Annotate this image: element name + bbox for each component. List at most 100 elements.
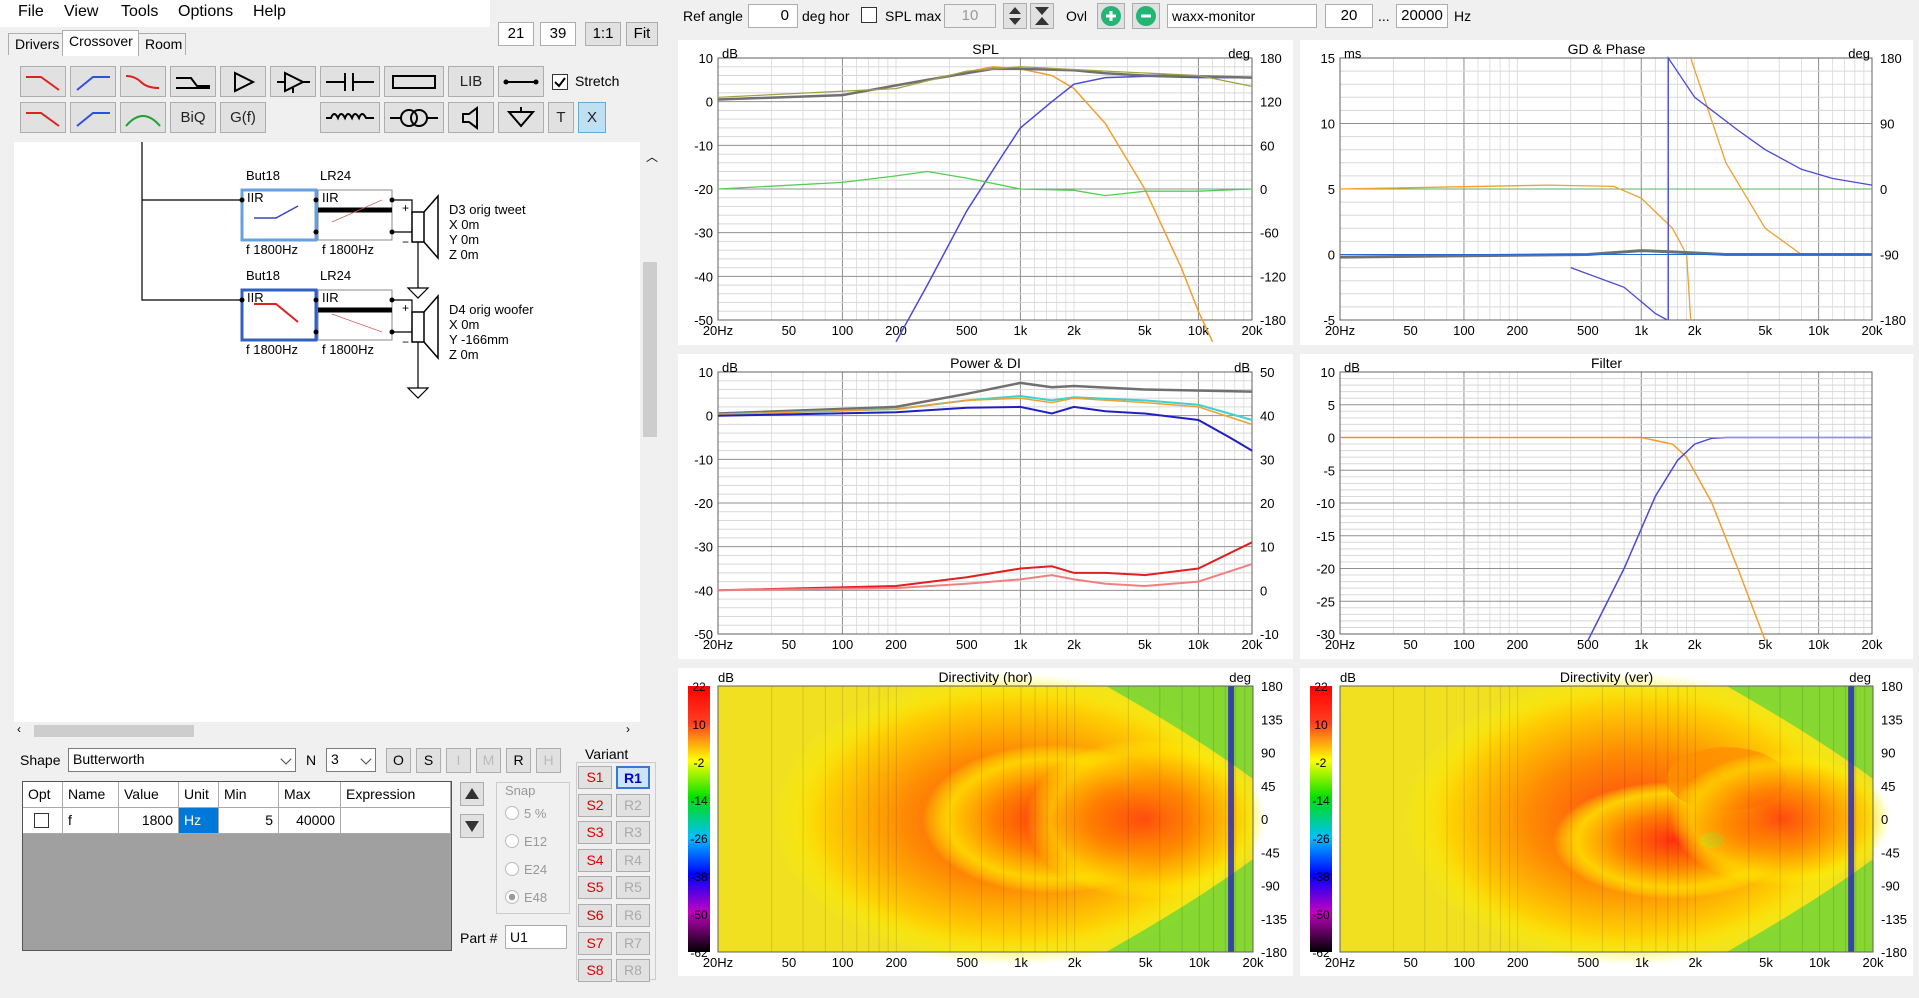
snap-5pct-radio[interactable]: 5 % [505, 806, 546, 821]
snap-e24-radio[interactable]: E24 [505, 862, 547, 877]
inductor-button[interactable] [320, 102, 380, 133]
name-cell[interactable]: f [63, 808, 119, 834]
scroll-left-icon[interactable]: ‹ [17, 722, 21, 736]
menu-file[interactable]: File [18, 3, 44, 21]
variant-r5-button[interactable]: R5 [616, 876, 650, 900]
gd-phase-graph-panel[interactable]: 20Hz 50 100 200 500 1k 2k 5k 10k 20k 15 10 5 0 -5 180 90… [1300, 40, 1913, 345]
spl-max-checkbox[interactable] [861, 7, 877, 23]
part-input[interactable]: U1 [505, 925, 567, 949]
variant-s6-button[interactable]: S6 [578, 904, 612, 927]
variant-r1-button[interactable]: R1 [616, 766, 650, 789]
hscroll-thumb[interactable] [34, 725, 194, 737]
variant-r7-button[interactable]: R7 [616, 931, 650, 955]
scroll-up-icon[interactable]: ︿ [646, 148, 658, 165]
variant-s3-button[interactable]: S3 [578, 821, 612, 845]
unit-cell[interactable]: Hz [179, 808, 219, 834]
freq-to-input[interactable]: 20000 [1396, 4, 1448, 28]
menu-tools[interactable]: Tools [121, 3, 158, 21]
transformer-button[interactable] [384, 102, 444, 133]
variant-r2-button[interactable]: R2 [616, 793, 650, 817]
highpass-blue-button[interactable] [70, 66, 116, 97]
spl-max-reset-button[interactable] [1030, 3, 1054, 29]
text-button[interactable]: T [548, 102, 574, 133]
stretch-checkbox[interactable] [552, 74, 568, 90]
snap-e48-radio[interactable]: E48 [505, 890, 547, 905]
x-toggle-button[interactable]: X [578, 102, 606, 133]
directivity-ver-graph[interactable]: 2210-2-14-26-38-50-6220Hz 50 100 200 500 1k 2k… [1300, 668, 1913, 976]
overlay-remove-button[interactable] [1132, 3, 1160, 29]
shape-s-button[interactable]: S [416, 748, 441, 773]
shelf-red-button[interactable] [120, 66, 166, 97]
ref-angle-input[interactable]: 0 [748, 4, 798, 28]
shape-select[interactable]: Butterworth [68, 748, 296, 772]
directivity-ver-panel[interactable]: 22 10 -2 -14 -26 -38 -50 -62 20Hz 50 100 200 500 1k 2k… [1300, 668, 1913, 976]
filter-graph-panel[interactable]: 20Hz 50 100 200 500 1k 2k 5k 10k 20k 10 5 0 -5 -10 -15-… [1300, 354, 1913, 659]
spl-graph-panel[interactable]: 20Hz 50 100 200 500 1k 2k 5k 10k 20k 10 0 -10 -20 -30-… [678, 40, 1293, 345]
zoom-1to1-button[interactable]: 1:1 [585, 22, 621, 46]
lowpass-red-button[interactable] [20, 66, 66, 97]
lowpass-red-2-button[interactable] [20, 102, 66, 133]
tab-drivers[interactable]: Drivers [8, 33, 68, 55]
tab-crossover[interactable]: Crossover [62, 30, 139, 56]
schematic-canvas[interactable]: + − + − But18 LR24 IIR IIR f 1800Hz f 1800… [14, 142, 660, 722]
speaker-button[interactable] [448, 102, 494, 133]
freq-from-input[interactable]: 20 [1325, 4, 1373, 28]
variant-s4-button[interactable]: S4 [578, 848, 612, 872]
schematic-vscroll[interactable]: ︿ [640, 142, 660, 722]
filter-graph[interactable]: 20Hz 50 100 200 500 1k 2k 5k 10k 20k1050-5-10-15-… [1300, 354, 1913, 659]
vscroll-thumb[interactable] [643, 262, 657, 437]
biquad-button[interactable]: BiQ [170, 102, 216, 133]
resistor-button[interactable] [384, 66, 444, 97]
spl-max-input[interactable]: 10 [944, 4, 996, 28]
min-cell[interactable]: 5 [219, 808, 279, 834]
variant-s8-button[interactable]: S8 [578, 959, 612, 983]
snap-e12-radio[interactable]: E12 [505, 834, 547, 849]
expression-cell[interactable] [341, 808, 451, 834]
variant-r8-button[interactable]: R8 [616, 959, 650, 983]
lib-button[interactable]: LIB [448, 66, 494, 97]
tab-room[interactable]: Room [138, 33, 186, 55]
menu-help[interactable]: Help [253, 3, 286, 21]
schematic-hscroll[interactable]: ‹ › [14, 722, 660, 740]
variant-r3-button[interactable]: R3 [616, 821, 650, 845]
move-down-button[interactable] [460, 814, 484, 838]
directivity-hor-graph[interactable]: 2210-2-14-26-38-50-6220Hz 50 100 200 500 1k 2k… [678, 668, 1293, 976]
shape-r-button[interactable]: R [506, 748, 531, 773]
highpass-blue-2-button[interactable] [70, 102, 116, 133]
wire-button[interactable] [498, 66, 544, 97]
capacitor-button[interactable] [320, 66, 380, 97]
transfer-function-button[interactable]: G(f) [220, 102, 266, 133]
ground-button[interactable] [498, 102, 544, 133]
spl-up-down-button[interactable] [1003, 3, 1027, 29]
shape-o-button[interactable]: O [386, 748, 411, 773]
zoom-fit-button[interactable]: Fit [626, 22, 658, 46]
shape-m-button[interactable]: M [476, 748, 501, 773]
order-select[interactable]: 3 [326, 748, 376, 772]
variant-r4-button[interactable]: R4 [616, 848, 650, 872]
value-cell[interactable]: 1800 [119, 808, 179, 834]
variant-s2-button[interactable]: S2 [578, 793, 612, 817]
shape-h-button[interactable]: H [536, 748, 561, 773]
variant-s7-button[interactable]: S7 [578, 931, 612, 955]
scroll-right-icon[interactable]: › [626, 722, 630, 736]
directivity-hor-panel[interactable]: 22 10 -2 -14 -26 -38 -50 -62 20Hz 50 100 200 500 1k 2k… [678, 668, 1293, 976]
variant-s1-button[interactable]: S1 [578, 766, 612, 789]
shape-i-button[interactable]: I [446, 748, 471, 773]
buffer-button[interactable] [270, 66, 316, 97]
overlay-add-button[interactable] [1097, 3, 1125, 29]
amplifier-button[interactable] [220, 66, 266, 97]
toolbar-box-1[interactable]: 21 [498, 22, 534, 46]
variant-r6-button[interactable]: R6 [616, 904, 650, 927]
opt-checkbox[interactable] [34, 813, 49, 828]
bandpass-green-button[interactable] [120, 102, 166, 133]
overlay-name-input[interactable]: waxx-monitor [1167, 4, 1317, 28]
gd-phase-graph[interactable]: 20Hz 50 100 200 500 1k 2k 5k 10k 20k151050-518090… [1300, 40, 1913, 345]
power-di-graph[interactable]: 20Hz 50 100 200 500 1k 2k 5k 10k 20k100-10-20-30-… [678, 354, 1293, 659]
opt-cell[interactable] [23, 808, 63, 834]
toolbar-box-2[interactable]: 39 [540, 22, 576, 46]
spl-graph[interactable]: 20Hz 50 100 200 500 1k 2k 5k 10k 20k100-10-20-30-… [678, 40, 1293, 345]
max-cell[interactable]: 40000 [279, 808, 341, 834]
notch-button[interactable] [170, 66, 216, 97]
menu-options[interactable]: Options [178, 3, 233, 21]
move-up-button[interactable] [460, 782, 484, 806]
